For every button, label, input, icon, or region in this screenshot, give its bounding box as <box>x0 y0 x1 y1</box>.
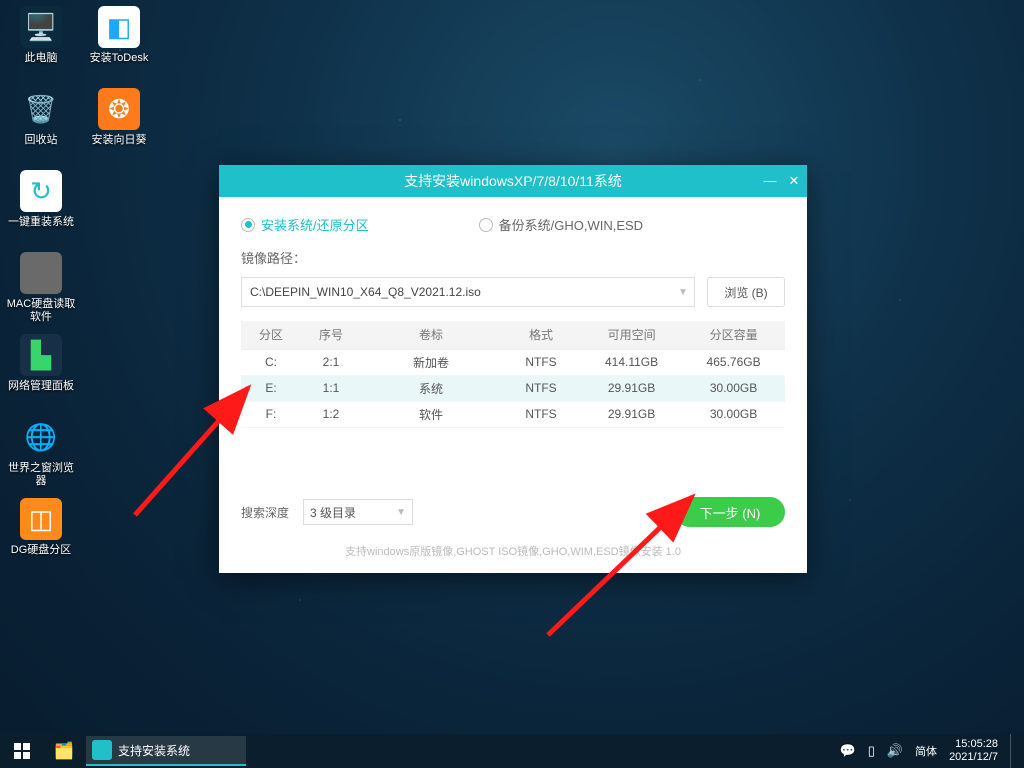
taskbar: 🗂️ 支持安装系统 💬 ▯ 🔊 简体 15:05:28 2021/12/7 <box>0 734 1024 768</box>
search-depth-value: 3 级目录 <box>310 504 356 521</box>
table-header[interactable]: 可用空间 <box>581 321 682 349</box>
table-cell: 30.00GB <box>682 401 785 427</box>
table-header[interactable]: 格式 <box>501 321 581 349</box>
table-cell: 2:1 <box>301 349 361 375</box>
clock-time: 15:05:28 <box>949 738 998 751</box>
image-path-input[interactable]: C:\DEEPIN_WIN10_X64_Q8_V2021.12.iso ▼ <box>241 277 695 307</box>
desktop-icon-8[interactable]: ◫ DG硬盘分区 <box>4 498 78 557</box>
table-cell: 1:1 <box>301 375 361 401</box>
app-icon: 🌐 <box>20 416 62 458</box>
app-icon: ▙ <box>20 334 62 376</box>
close-button[interactable]: ✕ <box>787 173 801 189</box>
table-cell: 30.00GB <box>682 375 785 401</box>
browse-button[interactable]: 浏览 (B) <box>707 277 785 307</box>
image-path-value: C:\DEEPIN_WIN10_X64_Q8_V2021.12.iso <box>250 285 481 299</box>
table-cell: 系统 <box>361 375 501 401</box>
taskbar-task-label: 支持安装系统 <box>118 742 190 759</box>
table-cell: 新加卷 <box>361 349 501 375</box>
path-label: 镜像路径： <box>241 248 785 267</box>
battery-icon[interactable]: ▯ <box>868 743 875 759</box>
next-button[interactable]: 下一步 (N) <box>675 497 785 527</box>
desktop-icon-3[interactable]: ❂ 安装向日葵 <box>82 88 156 147</box>
start-button[interactable] <box>0 734 44 768</box>
app-icon: ↻ <box>20 170 62 212</box>
table-cell: E: <box>241 375 301 401</box>
desktop-icon-label: 一键重装系统 <box>4 216 78 229</box>
clock[interactable]: 15:05:28 2021/12/7 <box>949 738 998 764</box>
ime-indicator[interactable]: 简体 <box>915 743 937 759</box>
table-header[interactable]: 卷标 <box>361 321 501 349</box>
table-cell: F: <box>241 401 301 427</box>
desktop-icon-1[interactable]: ◧ 安装ToDesk <box>82 6 156 65</box>
file-explorer-icon[interactable]: 🗂️ <box>44 734 84 768</box>
clock-date: 2021/12/7 <box>949 751 998 764</box>
radio-dot-icon <box>241 218 255 232</box>
app-icon <box>92 740 112 760</box>
table-cell: NTFS <box>501 375 581 401</box>
support-text: 支持windows原版镜像,GHOST ISO镜像,GHO,WIM,ESD镜像安… <box>241 543 785 559</box>
search-depth-select[interactable]: 3 级目录 ▼ <box>303 499 413 525</box>
table-cell: NTFS <box>501 349 581 375</box>
app-icon: ◫ <box>20 498 62 540</box>
app-icon: 🗑️ <box>20 88 62 130</box>
window-title: 支持安装windowsXP/7/8/10/11系统 <box>404 171 622 191</box>
table-cell: 软件 <box>361 401 501 427</box>
taskbar-task-installer[interactable]: 支持安装系统 <box>86 736 246 766</box>
action-center-icon[interactable]: 💬 <box>840 743 856 759</box>
desktop-icon-label: 回收站 <box>4 134 78 147</box>
table-header[interactable]: 序号 <box>301 321 361 349</box>
search-depth-label: 搜索深度 <box>241 504 289 521</box>
desktop-icon-5[interactable]: MAC硬盘读取软件 <box>4 252 78 324</box>
desktop-icon-label: MAC硬盘读取软件 <box>4 298 78 324</box>
table-cell: 1:2 <box>301 401 361 427</box>
app-icon <box>20 252 62 294</box>
desktop-icon-label: 网络管理面板 <box>4 380 78 393</box>
app-icon: 🖥️ <box>20 6 62 48</box>
desktop-icon-label: DG硬盘分区 <box>4 544 78 557</box>
radio-dot-icon <box>479 218 493 232</box>
table-cell: 29.91GB <box>581 401 682 427</box>
table-row[interactable]: C:2:1新加卷NTFS414.11GB465.76GB <box>241 349 785 375</box>
radio-install[interactable]: 安装系统/还原分区 <box>241 215 369 234</box>
desktop-icon-label: 安装ToDesk <box>82 52 156 65</box>
radio-backup[interactable]: 备份系统/GHO,WIN,ESD <box>479 215 643 234</box>
table-cell: 465.76GB <box>682 349 785 375</box>
radio-backup-label: 备份系统/GHO,WIN,ESD <box>499 215 643 234</box>
volume-icon[interactable]: 🔊 <box>887 743 903 759</box>
partition-table: 分区序号卷标格式可用空间分区容量 C:2:1新加卷NTFS414.11GB465… <box>241 321 785 428</box>
desktop-icon-label: 安装向日葵 <box>82 134 156 147</box>
show-desktop-button[interactable] <box>1010 734 1016 768</box>
minimize-button[interactable]: — <box>763 173 777 189</box>
table-header[interactable]: 分区容量 <box>682 321 785 349</box>
desktop-icon-4[interactable]: ↻ 一键重装系统 <box>4 170 78 229</box>
chevron-down-icon: ▼ <box>396 507 406 518</box>
radio-install-label: 安装系统/还原分区 <box>261 215 369 234</box>
installer-window: 支持安装windowsXP/7/8/10/11系统 — ✕ 安装系统/还原分区 … <box>219 165 807 573</box>
desktop-icon-2[interactable]: 🗑️ 回收站 <box>4 88 78 147</box>
table-cell: C: <box>241 349 301 375</box>
desktop-icon-0[interactable]: 🖥️ 此电脑 <box>4 6 78 65</box>
table-cell: 414.11GB <box>581 349 682 375</box>
table-cell: NTFS <box>501 401 581 427</box>
table-header[interactable]: 分区 <box>241 321 301 349</box>
desktop-icon-label: 此电脑 <box>4 52 78 65</box>
desktop-icon-7[interactable]: 🌐 世界之窗浏览器 <box>4 416 78 488</box>
app-icon: ◧ <box>98 6 140 48</box>
desktop-icon-6[interactable]: ▙ 网络管理面板 <box>4 334 78 393</box>
table-row[interactable]: F:1:2软件NTFS29.91GB30.00GB <box>241 401 785 427</box>
app-icon: ❂ <box>98 88 140 130</box>
table-cell: 29.91GB <box>581 375 682 401</box>
titlebar: 支持安装windowsXP/7/8/10/11系统 — ✕ <box>219 165 807 197</box>
chevron-down-icon[interactable]: ▼ <box>678 287 688 298</box>
desktop-icon-label: 世界之窗浏览器 <box>4 462 78 488</box>
table-row[interactable]: E:1:1系统NTFS29.91GB30.00GB <box>241 375 785 401</box>
